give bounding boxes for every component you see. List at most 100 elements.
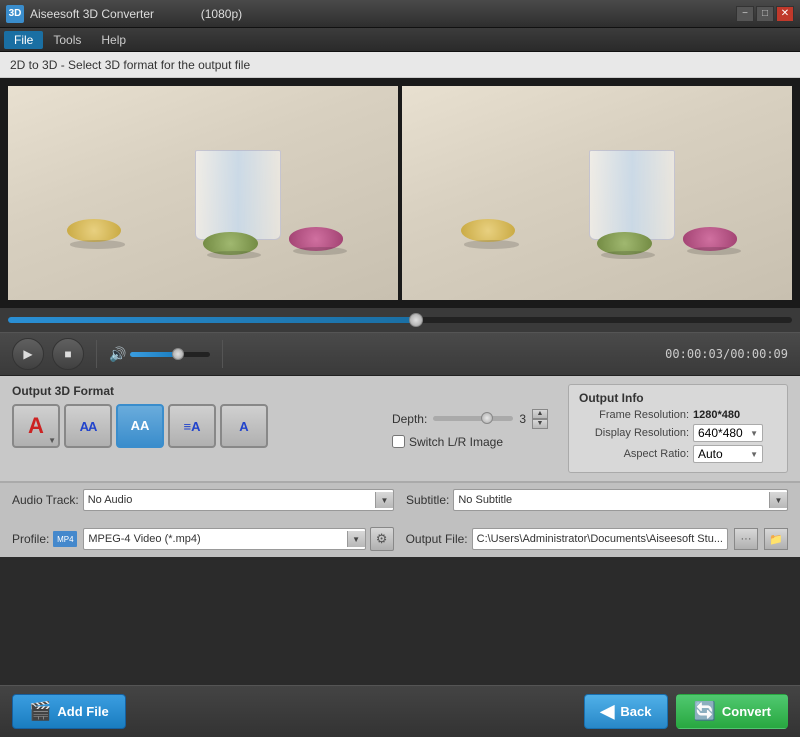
display-res-value: 640*480 [698,426,743,440]
maximize-button[interactable]: □ [756,6,774,22]
menu-help[interactable]: Help [91,31,136,49]
profile-arrow[interactable]: ▼ [347,531,365,547]
format-buttons: A ▼ AA AA ≡A A [12,404,372,448]
frame-res-label: Frame Resolution: [579,409,689,421]
display-res-dropdown[interactable]: 640*480 ▼ [693,424,763,442]
play-icon: ▶ [23,347,32,361]
seek-area[interactable] [0,308,800,332]
profile-settings-button[interactable]: ⚙ [370,527,394,551]
subtitle-arrow[interactable]: ▼ [769,492,787,508]
close-button[interactable]: ✕ [776,6,794,22]
play-button[interactable]: ▶ [12,338,44,370]
seek-track[interactable] [8,317,792,323]
switch-lr-label: Switch L/R Image [409,435,503,449]
back-button[interactable]: ◀ Back [584,694,669,729]
profile-icon: MP4 [53,531,77,547]
format-row-button[interactable]: A [220,404,268,448]
output-info: Output Info Frame Resolution: 1280*480 D… [568,384,788,473]
shadow-green-left [207,251,262,260]
output-file-folder-button[interactable]: 📁 [764,528,788,550]
interlace-label: ≡A [184,419,201,434]
volume-icon: 🔊 [109,346,126,363]
preview-left [8,86,398,300]
format-section: Output 3D Format A ▼ AA AA ≡A A [12,384,372,473]
volume-thumb[interactable] [172,348,184,360]
shadow-yellow-left [70,240,125,249]
app-icon: 3D [6,5,24,23]
add-file-button[interactable]: 🎬 Add File [12,694,126,729]
depth-slider[interactable] [433,416,513,421]
glass-right [589,150,675,240]
add-file-icon: 🎬 [29,701,51,722]
output-file-value: C:\Users\Administrator\Documents\Aiseeso… [477,533,723,545]
resolution-label: (1080p) [201,7,242,21]
macaron-yellow-right [461,219,516,243]
frame-res-value: 1280*480 [693,409,740,421]
audio-track-label: Audio Track: [12,493,79,507]
title-bar: 3D Aiseesoft 3D Converter (1080p) − □ ✕ [0,0,800,28]
subtitle-group: Subtitle: No Subtitle ▼ [406,489,788,511]
output-file-browse-button[interactable]: ··· [734,528,758,550]
shadow-pink-right [687,247,742,256]
app-name: Aiseesoft 3D Converter [30,7,154,21]
menu-bar: File Tools Help [0,28,800,52]
display-res-arrow: ▼ [750,429,758,438]
depth-decrement[interactable]: ▼ [532,419,548,429]
options-area: Output 3D Format A ▼ AA AA ≡A A [0,376,800,482]
aspect-dropdown[interactable]: Auto ▼ [693,445,763,463]
stop-icon: ■ [64,347,71,361]
minimize-button[interactable]: − [736,6,754,22]
switch-lr-input[interactable] [392,435,405,448]
display-res-label: Display Resolution: [579,427,689,439]
depth-row: Depth: 3 ▲ ▼ [392,409,548,429]
sbs-label: AA [80,419,97,434]
audio-track-dropdown[interactable]: No Audio ▼ [83,489,394,511]
output-file-label: Output File: [406,532,468,546]
depth-thumb[interactable] [481,412,493,424]
depth-increment[interactable]: ▲ [532,409,548,419]
format-side-by-side-button[interactable]: AA [64,404,112,448]
profile-value: MPEG-4 Video (*.mp4) [88,533,346,545]
title-text: Aiseesoft 3D Converter (1080p) [30,7,736,21]
frame-res-row: Frame Resolution: 1280*480 [579,409,777,421]
time-display: 00:00:03/00:00:09 [665,347,788,361]
format-interlace-button[interactable]: ≡A [168,404,216,448]
audio-track-group: Audio Track: No Audio ▼ [12,489,394,511]
audio-track-arrow[interactable]: ▼ [375,492,393,508]
format-top-bottom-button[interactable]: AA [116,404,164,448]
anaglyph-label: A [28,413,44,439]
selectors-area: Audio Track: No Audio ▼ Subtitle: No Sub… [0,482,800,557]
switch-lr-checkbox[interactable]: Switch L/R Image [392,435,548,449]
shadow-yellow-right [464,240,519,249]
back-label: Back [620,704,651,719]
preview-right [402,86,792,300]
aspect-label: Aspect Ratio: [579,448,689,460]
format-section-label: Output 3D Format [12,384,372,398]
seek-fill [8,317,416,323]
output-info-title: Output Info [579,391,777,405]
volume-slider[interactable] [130,352,210,357]
row-label: A [239,419,248,434]
controls-area: ▶ ■ 🔊 00:00:03/00:00:09 [0,332,800,376]
volume-fill [130,352,178,357]
glass-left [195,150,281,240]
action-bar: 🎬 Add File ◀ Back 🔄 Convert [0,685,800,737]
right-action-buttons: ◀ Back 🔄 Convert [584,694,788,729]
subtitle-dropdown[interactable]: No Subtitle ▼ [453,489,788,511]
stop-button[interactable]: ■ [52,338,84,370]
menu-file[interactable]: File [4,31,43,49]
convert-button[interactable]: 🔄 Convert [676,694,788,729]
shadow-pink-left [293,247,348,256]
depth-section: Depth: 3 ▲ ▼ Switch L/R Image [384,384,556,473]
status-text: 2D to 3D - Select 3D format for the outp… [10,58,250,72]
volume-area: 🔊 [109,346,210,363]
profile-dropdown[interactable]: MPEG-4 Video (*.mp4) ▼ [83,528,365,550]
shadow-green-right [601,251,656,260]
anaglyph-dropdown-arrow: ▼ [48,436,56,445]
subtitle-label: Subtitle: [406,493,449,507]
macaron-yellow-left [67,219,122,243]
seek-thumb[interactable] [409,313,423,327]
menu-tools[interactable]: Tools [43,31,91,49]
preview-area [0,78,800,308]
format-anaglyph-button[interactable]: A ▼ [12,404,60,448]
